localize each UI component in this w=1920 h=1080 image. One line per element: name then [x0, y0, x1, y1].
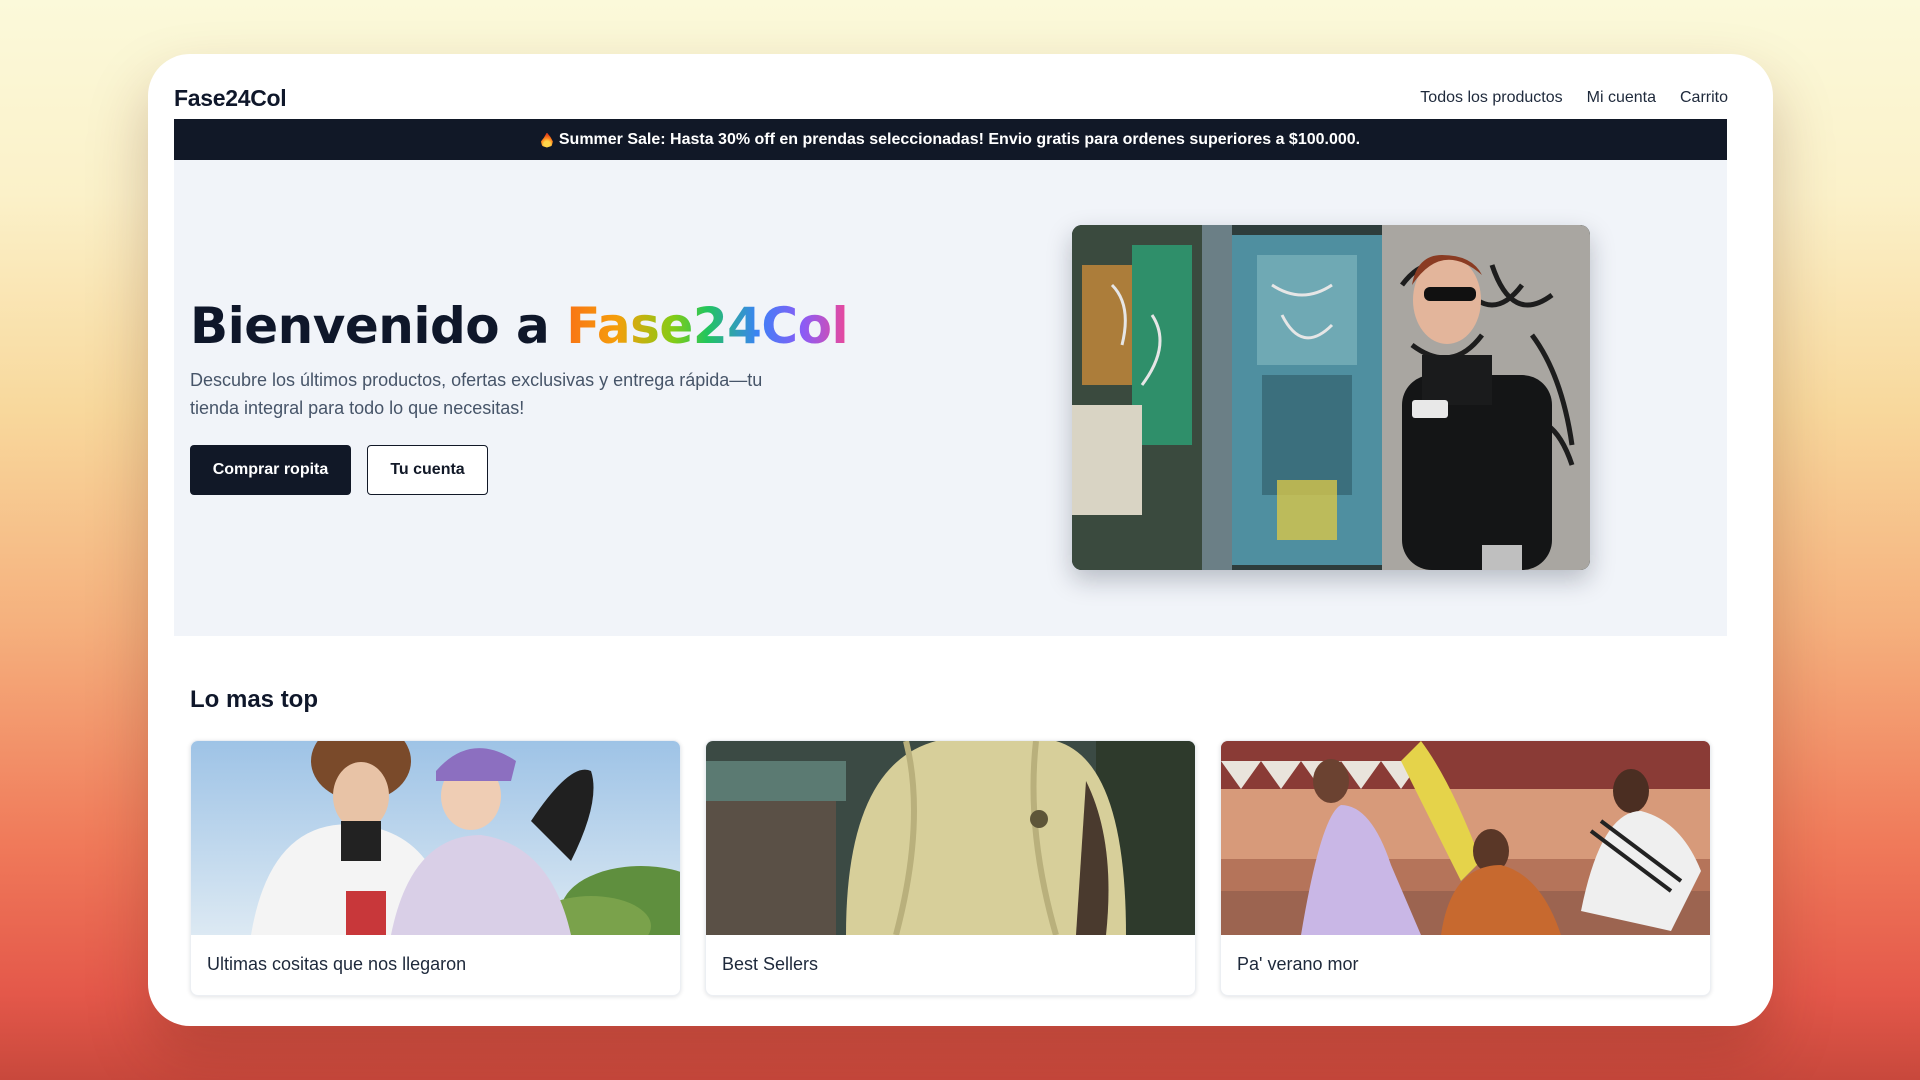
promo-banner: Summer Sale: Hasta 30% off en prendas se…: [174, 119, 1727, 160]
section-title: Lo mas top: [190, 686, 319, 713]
nav-link-all-products[interactable]: Todos los productos: [1420, 89, 1562, 107]
card-image: [706, 741, 1195, 935]
hero-title: Bienvenido a Fase24Col: [190, 297, 849, 355]
card-label: Best Sellers: [722, 954, 819, 974]
card-label: Ultimas cositas que nos llegaron: [207, 954, 467, 974]
your-account-button[interactable]: Tu cuenta: [367, 445, 488, 495]
hero-title-prefix: Bienvenido a: [190, 297, 567, 355]
category-card-summer[interactable]: Pa' verano mor: [1220, 740, 1711, 996]
hero-section: Bienvenido a Fase24Col Descubre los últi…: [174, 160, 1727, 636]
card-label: Pa' verano mor: [1237, 954, 1359, 974]
fire-icon: [541, 132, 553, 148]
browser-window: Fase24Col Todos los productos Mi cuenta …: [148, 54, 1773, 1026]
nav-link-cart[interactable]: Carrito: [1680, 89, 1728, 107]
promo-banner-text: Summer Sale: Hasta 30% off en prendas se…: [558, 130, 1361, 148]
hero-title-brand: Fase24Col: [566, 297, 849, 355]
shop-clothes-button[interactable]: Comprar ropita: [190, 445, 351, 495]
nav-links: Todos los productos Mi cuenta Carrito: [1420, 89, 1728, 107]
category-card-new-arrivals[interactable]: Ultimas cositas que nos llegaron: [190, 740, 681, 996]
hero-image: [1072, 225, 1590, 570]
brand-logo[interactable]: Fase24Col: [174, 85, 287, 112]
hero-description: Descubre los últimos productos, ofertas …: [190, 370, 763, 418]
card-image: [1221, 741, 1710, 935]
card-image: [191, 741, 680, 935]
category-card-best-sellers[interactable]: Best Sellers: [705, 740, 1196, 996]
nav-link-my-account[interactable]: Mi cuenta: [1587, 89, 1656, 107]
